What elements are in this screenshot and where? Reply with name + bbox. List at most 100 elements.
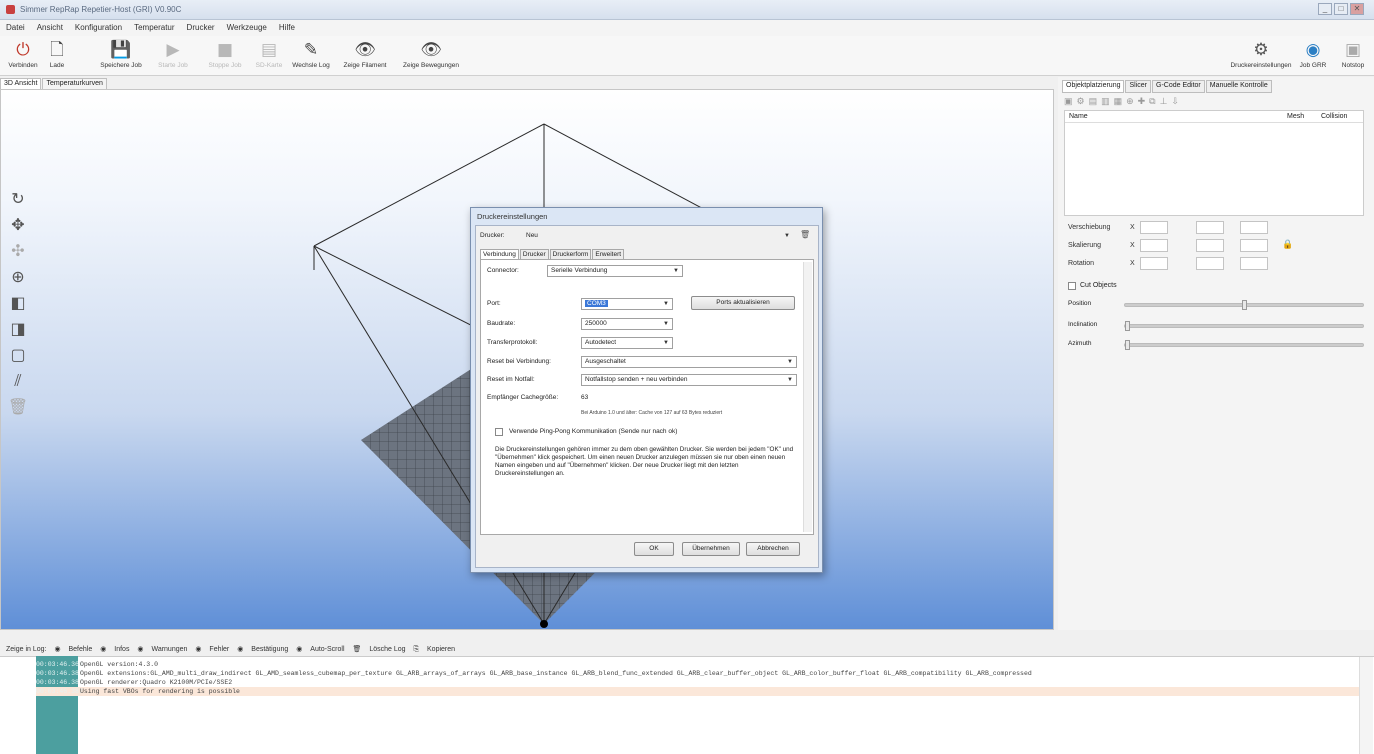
maximize-button[interactable]: □: [1334, 3, 1348, 15]
toolbar-verbinden-button[interactable]: ⏻ Verbinden: [4, 38, 42, 74]
rotation-x-input[interactable]: [1140, 257, 1168, 270]
toolbar-sd-karte-button[interactable]: ▤ SD-Karte: [250, 38, 288, 74]
toolbar-icon: 🗋: [50, 40, 64, 60]
toolbar-icon: ◉: [1305, 40, 1321, 60]
menu-drucker[interactable]: Drucker: [181, 20, 221, 35]
cancel-button[interactable]: Abbrechen: [746, 542, 800, 556]
log-message: OpenGL extensions:GL_AMD_multi_draw_indi…: [80, 670, 1032, 677]
toolbar-notstop-button[interactable]: ▣ Notstop: [1334, 38, 1372, 74]
menu-werkzeuge[interactable]: Werkzeuge: [221, 20, 273, 35]
pane-scrollbar[interactable]: [803, 262, 812, 532]
move-object-icon[interactable]: ✣: [7, 240, 29, 262]
toolbar-label: Lade: [49, 62, 65, 69]
toolbar-label: Zeige Bewegungen: [402, 62, 459, 69]
log-ack-toggle[interactable]: ◉ Bestätigung: [237, 642, 288, 653]
translation-x-input[interactable]: [1140, 221, 1168, 234]
toolbar-druckereinstellungen-button[interactable]: ⚙ Druckereinstellungen: [1230, 38, 1292, 74]
toolbar-label: Verbinden: [8, 62, 38, 69]
apply-button[interactable]: Übernehmen: [682, 542, 740, 556]
toolbar-speichere-job-button[interactable]: 💾 Speichere Job: [94, 38, 148, 74]
tab-gcode-editor[interactable]: G-Code Editor: [1152, 80, 1205, 93]
azimuth-slider-thumb[interactable]: [1125, 340, 1130, 350]
lock-icon[interactable]: 🔒: [1282, 239, 1293, 250]
refresh-ports-button[interactable]: Ports aktualisieren: [691, 296, 795, 310]
scale-z-input[interactable]: [1240, 239, 1268, 252]
cache-size-label: Empfänger Cachegröße:: [487, 394, 559, 401]
toolbar-icon: 👁: [354, 40, 376, 60]
azimuth-slider[interactable]: [1124, 340, 1364, 350]
cut-objects-checkbox[interactable]: [1068, 282, 1076, 290]
move-view-icon[interactable]: ✥: [7, 214, 29, 236]
log-timestamp: 00:03:46.387: [36, 679, 83, 686]
menu-konfiguration[interactable]: Konfiguration: [69, 20, 128, 35]
log-line: 00:03:46.387OpenGL extensions:GL_AMD_mul…: [36, 669, 1366, 678]
object-table[interactable]: Name Mesh Collision: [1064, 110, 1364, 216]
reset-connect-select[interactable]: Ausgeschaltet ▼: [581, 356, 797, 368]
log-errors-toggle[interactable]: ◉ Fehler: [195, 642, 229, 653]
toolbar-wechsle-log-button[interactable]: ✎ Wechsle Log: [290, 38, 332, 74]
toolbar-zeige-filament-button[interactable]: 👁 Zeige Filament: [334, 38, 396, 74]
translation-y-input[interactable]: [1196, 221, 1224, 234]
app-icon: [6, 5, 15, 14]
toolbar-starte-job-button[interactable]: ▶ Starte Job: [150, 38, 196, 74]
rotate-view-icon[interactable]: ↻: [7, 188, 29, 210]
view-tabs: 3D Ansicht Temperaturkurven: [0, 77, 300, 90]
log-timestamp: 00:03:46.387: [36, 670, 83, 677]
position-slider-thumb[interactable]: [1242, 300, 1247, 310]
toolbar-label: Starte Job: [158, 62, 188, 69]
cache-size-input[interactable]: 63: [577, 392, 625, 404]
origin-marker: [540, 620, 548, 628]
rotation-y-input[interactable]: [1196, 257, 1224, 270]
log-timestamp: 00:03:46.387: [36, 688, 83, 695]
toolbar-icon: ✎: [303, 40, 319, 60]
delete-printer-icon[interactable]: 🗑: [800, 230, 810, 239]
trash-icon[interactable]: 🗑: [7, 396, 29, 418]
menu-ansicht[interactable]: Ansicht: [31, 20, 69, 35]
toolbar-label: Notstop: [1341, 62, 1365, 69]
menu-hilfe[interactable]: Hilfe: [273, 20, 301, 35]
front-view-icon[interactable]: ◧: [7, 292, 29, 314]
top-view-icon[interactable]: ◨: [7, 318, 29, 340]
minimize-button[interactable]: _: [1318, 3, 1332, 15]
tab-manual-control[interactable]: Manuelle Kontrolle: [1205, 80, 1272, 93]
log-autoscroll-toggle[interactable]: ◉ Auto-Scroll: [296, 642, 344, 653]
zoom-icon[interactable]: ⊕: [7, 266, 29, 288]
pingpong-checkbox[interactable]: [495, 428, 503, 436]
position-label: Position: [1068, 300, 1092, 307]
inclination-slider[interactable]: [1124, 321, 1364, 331]
baud-select[interactable]: 250000 ▼: [581, 318, 673, 330]
log-commands-toggle[interactable]: ◉ Befehle: [54, 642, 92, 653]
log-infos-toggle[interactable]: ◉ Infos: [100, 642, 129, 653]
inclination-slider-thumb[interactable]: [1125, 321, 1130, 331]
log-warnings-toggle[interactable]: ◉ Warnungen: [137, 642, 187, 653]
tab-object-placement[interactable]: Objektplatzierung: [1062, 80, 1125, 93]
ok-button[interactable]: OK: [634, 542, 674, 556]
menu-temperatur[interactable]: Temperatur: [128, 20, 180, 35]
scale-y-input[interactable]: [1196, 239, 1224, 252]
toolbar-stoppe-job-button[interactable]: ■ Stoppe Job: [202, 38, 248, 74]
object-tools[interactable]: ▣⚙▤▥▦⊕✚⧉⊥⇩: [1064, 96, 1183, 108]
toolbar-label: SD-Karte: [255, 62, 283, 69]
parallel-projection-icon[interactable]: ⫽: [7, 370, 29, 392]
cache-note: Bei Arduino 1.0 und älter: Cache von 127…: [581, 410, 723, 416]
close-button[interactable]: ✕: [1350, 3, 1364, 15]
menu-datei[interactable]: Datei: [0, 20, 31, 35]
log-copy-button[interactable]: ⎘ Kopieren: [413, 642, 455, 654]
position-slider[interactable]: [1124, 300, 1364, 310]
side-view-icon[interactable]: ▢: [7, 344, 29, 366]
transfer-protocol-select[interactable]: Autodetect ▼: [581, 337, 673, 349]
toolbar-job-grr-button[interactable]: ◉ Job GRR: [1294, 38, 1332, 74]
tab-slicer[interactable]: Slicer: [1125, 80, 1151, 93]
scale-x-input[interactable]: [1140, 239, 1168, 252]
translation-z-input[interactable]: [1240, 221, 1268, 234]
toolbar-zeige-bewegungen-button[interactable]: 👁 Zeige Bewegungen: [398, 38, 464, 74]
log-scrollbar[interactable]: [1359, 657, 1373, 754]
toolbar-lade-button[interactable]: 🗋 Lade: [44, 38, 70, 74]
rotation-z-input[interactable]: [1240, 257, 1268, 270]
connector-select[interactable]: Serielle Verbindung ▼: [547, 265, 683, 277]
toolbar-icon: ▶: [166, 40, 180, 60]
printer-select[interactable]: Neu ▼: [522, 230, 794, 242]
log-clear-button[interactable]: 🗑 Lösche Log: [352, 642, 405, 653]
reset-emergency-select[interactable]: Notfallstop senden + neu verbinden ▼: [581, 374, 797, 386]
port-select[interactable]: COM3 ▼: [581, 298, 673, 310]
